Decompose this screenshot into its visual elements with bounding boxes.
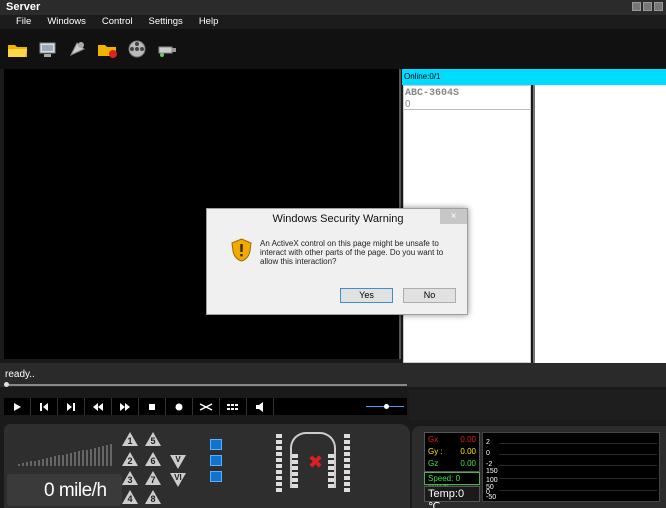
volume-slider[interactable]: [366, 404, 404, 409]
open-folder-icon[interactable]: [7, 39, 28, 60]
satellite-icon[interactable]: [67, 39, 88, 60]
channel-triple-icon[interactable]: [210, 471, 222, 482]
speed-level-bar: [46, 458, 48, 466]
speed-bars: [18, 444, 113, 466]
rewind-button[interactable]: [85, 398, 112, 415]
volume-handle[interactable]: [384, 404, 389, 409]
speed-value: 0 mile/h: [44, 480, 107, 501]
stop-button[interactable]: [139, 398, 166, 415]
monitor-icon[interactable]: [37, 39, 58, 60]
shield-warning-icon: [231, 238, 252, 262]
online-status: Online:0/1: [402, 69, 666, 85]
speed-level-bar: [18, 464, 20, 466]
gear-button-8[interactable]: 8: [144, 490, 162, 506]
folder-delete-icon[interactable]: [97, 39, 118, 60]
gear-button-1[interactable]: 1: [121, 432, 139, 448]
seek-handle[interactable]: [4, 382, 9, 387]
maximize-button[interactable]: [643, 2, 652, 11]
title-bar: Server: [0, 0, 666, 15]
dialog-close-button[interactable]: ×: [440, 209, 467, 224]
gear-button-7[interactable]: 7: [144, 471, 162, 487]
scissors-icon[interactable]: [193, 398, 220, 415]
status-text: ready..: [5, 369, 35, 380]
list-divider: [404, 109, 530, 110]
speed-level-bar: [106, 445, 108, 466]
speed-level-bar: [102, 446, 104, 466]
security-warning-dialog: Windows Security Warning × An ActiveX co…: [206, 208, 468, 315]
speed-level-bar: [30, 461, 32, 466]
speed-level-bar: [62, 455, 64, 466]
gear-button-5[interactable]: 5: [144, 432, 162, 448]
skip-end-button[interactable]: [58, 398, 85, 415]
volume-icon[interactable]: [247, 398, 274, 415]
dialog-title: Windows Security Warning: [272, 213, 404, 225]
menu-bar: File Windows Control Settings Help: [0, 15, 666, 29]
no-button[interactable]: No: [403, 288, 456, 303]
film-reel-icon[interactable]: [127, 39, 148, 60]
speed-level-bar: [38, 460, 40, 466]
speed-level-bar: [50, 457, 52, 466]
seek-bar[interactable]: [4, 382, 407, 387]
temperature-readout: Temp:0 ℃: [424, 486, 480, 508]
menu-help[interactable]: Help: [191, 15, 227, 29]
speed-level-bar: [74, 452, 76, 466]
speed-level-bar: [90, 449, 92, 466]
speed-level-bar: [78, 451, 80, 466]
speed-level-bar: [58, 455, 60, 466]
toolbar: [0, 29, 666, 69]
device-name[interactable]: ABC-3604S: [404, 86, 530, 99]
gear-button-3[interactable]: 3: [121, 471, 139, 487]
playback-controls: [4, 398, 407, 415]
play-button[interactable]: [4, 398, 31, 415]
dialog-message: An ActiveX control on this page might be…: [260, 239, 444, 266]
g-sensor-readout: Gx 0.00 Gy : 0.00 Gz 0.00: [424, 432, 480, 472]
camera-icon[interactable]: [157, 39, 178, 60]
detail-list[interactable]: [533, 85, 666, 363]
app-title: Server: [6, 1, 41, 13]
speed-level-bar: [66, 454, 68, 466]
speed-level-bar: [70, 453, 72, 466]
down-button-vi[interactable]: VI: [170, 473, 186, 487]
grid-icon[interactable]: [220, 398, 247, 415]
speed-level-bar: [98, 447, 100, 466]
menu-settings[interactable]: Settings: [140, 15, 190, 29]
gear-button-6[interactable]: 6: [144, 452, 162, 468]
record-button[interactable]: [166, 398, 193, 415]
skip-start-button[interactable]: [31, 398, 58, 415]
gear-button-4[interactable]: 4: [121, 490, 139, 506]
down-button-v[interactable]: V: [170, 455, 186, 469]
yes-button[interactable]: Yes: [340, 288, 393, 303]
speed-readout: Speed: 0 mile/h: [424, 472, 480, 492]
vehicle-status-icon: ✖: [276, 432, 352, 498]
minimize-button[interactable]: [632, 2, 641, 11]
close-window-button[interactable]: [654, 2, 663, 11]
speed-level-bar: [42, 459, 44, 466]
speed-level-bar: [86, 450, 88, 466]
gear-button-2[interactable]: 2: [121, 452, 139, 468]
speed-level-bar: [54, 456, 56, 466]
menu-windows[interactable]: Windows: [39, 15, 94, 29]
menu-control[interactable]: Control: [94, 15, 141, 29]
speed-level-bar: [22, 463, 24, 466]
channel-dual-icon[interactable]: [210, 455, 222, 466]
speed-level-bar: [94, 448, 96, 466]
g-sensor-graph: 2 0 -2 150 100 50 0 -50: [482, 432, 660, 502]
speed-level-bar: [110, 444, 112, 466]
right-strip: [409, 390, 666, 420]
speed-level-bar: [26, 462, 28, 466]
fast-forward-button[interactable]: [112, 398, 139, 415]
menu-file[interactable]: File: [0, 15, 39, 29]
channel-single-icon[interactable]: [210, 439, 222, 450]
speed-level-bar: [34, 461, 36, 466]
window-controls: [632, 2, 663, 11]
error-x-icon: ✖: [308, 452, 324, 472]
speed-level-bar: [82, 450, 84, 466]
